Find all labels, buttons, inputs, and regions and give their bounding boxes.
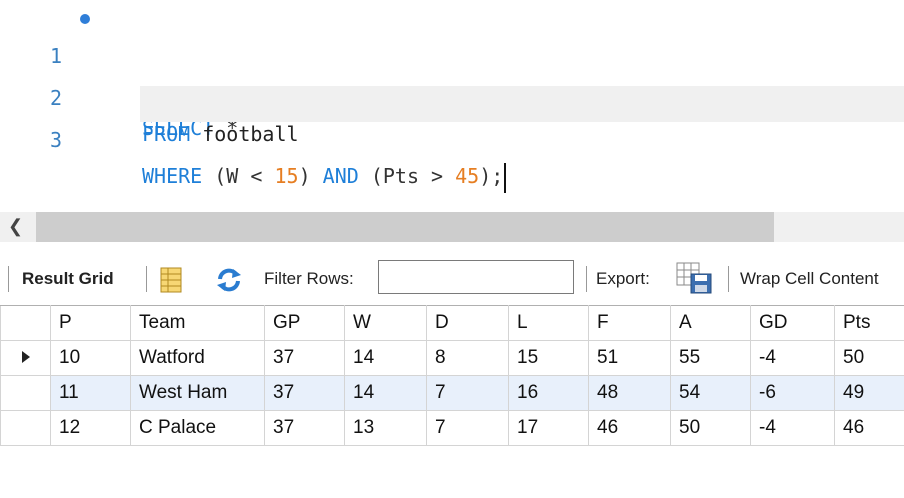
- form-editor-icon[interactable]: [160, 265, 182, 293]
- grid-cell[interactable]: 54: [670, 375, 751, 411]
- grid-cell[interactable]: 50: [834, 340, 904, 376]
- row-header-corner: [0, 305, 51, 341]
- current-row-icon: [21, 351, 30, 363]
- table-row[interactable]: 11 West Ham 37 14 7 16 48 54 -6 49: [0, 375, 904, 411]
- export-label: Export:: [596, 269, 650, 288]
- grid-cell[interactable]: West Ham: [130, 375, 265, 411]
- grid-cell[interactable]: 48: [588, 375, 671, 411]
- column-header[interactable]: GD: [750, 305, 835, 341]
- sql-text: (W <: [202, 164, 275, 188]
- scroll-left-icon[interactable]: ❮: [8, 216, 23, 237]
- sql-keyword: AND: [322, 164, 359, 188]
- grid-cell[interactable]: 55: [670, 340, 751, 376]
- table-row[interactable]: 12 C Palace 37 13 7 17 46 50 -4 46: [0, 410, 904, 446]
- column-header[interactable]: Team: [130, 305, 265, 341]
- sql-number: 45: [455, 164, 480, 188]
- result-grid[interactable]: P Team GP W D L F A GD Pts 10 Watford 37…: [0, 305, 904, 446]
- grid-cell[interactable]: 46: [834, 410, 904, 446]
- editor-line-3: 3 WHERE (W < 15) AND (Pts > 45);: [0, 86, 904, 193]
- grid-cell[interactable]: 37: [264, 410, 345, 446]
- grid-cell[interactable]: 50: [670, 410, 751, 446]
- grid-cell[interactable]: 49: [834, 375, 904, 411]
- grid-cell[interactable]: 11: [50, 375, 131, 411]
- grid-cell[interactable]: 14: [344, 340, 427, 376]
- sql-text: football: [190, 122, 299, 146]
- grid-cell[interactable]: -4: [750, 340, 835, 376]
- sql-text: ): [298, 164, 323, 188]
- filter-rows-input[interactable]: [378, 260, 574, 294]
- grid-cell[interactable]: 8: [426, 340, 509, 376]
- row-selector[interactable]: [0, 375, 51, 411]
- row-selector[interactable]: [0, 340, 51, 376]
- toolbar-separator: [8, 266, 9, 292]
- sql-editor[interactable]: 1 SELECT * 2 FROM football 3 WHERE (W < …: [0, 0, 904, 206]
- column-header[interactable]: A: [670, 305, 751, 341]
- workbench-window: 1 SELECT * 2 FROM football 3 WHERE (W < …: [0, 0, 904, 498]
- column-header[interactable]: W: [344, 305, 427, 341]
- grid-cell[interactable]: 10: [50, 340, 131, 376]
- column-header[interactable]: P: [50, 305, 131, 341]
- toolbar-separator: [728, 266, 729, 292]
- grid-cell[interactable]: Watford: [130, 340, 265, 376]
- grid-cell[interactable]: C Palace: [130, 410, 265, 446]
- grid-cell[interactable]: 46: [588, 410, 671, 446]
- editor-line-2: 2 FROM football: [0, 44, 904, 146]
- grid-cell[interactable]: 17: [508, 410, 589, 446]
- sql-keyword: FROM: [142, 122, 191, 146]
- sql-keyword: WHERE: [142, 164, 203, 188]
- sql-text: (Pts >: [358, 164, 456, 188]
- scrollbar-thumb[interactable]: [36, 212, 774, 242]
- grid-cell[interactable]: 12: [50, 410, 131, 446]
- grid-cell[interactable]: 37: [264, 340, 345, 376]
- filter-rows-label: Filter Rows:: [264, 269, 354, 288]
- grid-cell[interactable]: 7: [426, 375, 509, 411]
- column-header[interactable]: Pts: [834, 305, 904, 341]
- column-header[interactable]: F: [588, 305, 671, 341]
- column-header[interactable]: L: [508, 305, 589, 341]
- row-selector[interactable]: [0, 410, 51, 446]
- export-icon[interactable]: [676, 262, 714, 296]
- toolbar-separator: [146, 266, 147, 292]
- sql-number: 15: [274, 164, 299, 188]
- result-toolbar: Result Grid Filter Rows: Export: Wrap Ce…: [0, 256, 904, 302]
- grid-cell[interactable]: 37: [264, 375, 345, 411]
- refresh-icon[interactable]: [214, 265, 244, 293]
- column-header[interactable]: GP: [264, 305, 345, 341]
- grid-cell[interactable]: 16: [508, 375, 589, 411]
- editor-line-1: 1 SELECT *: [0, 2, 904, 140]
- grid-cell[interactable]: 51: [588, 340, 671, 376]
- grid-header-row: P Team GP W D L F A GD Pts: [0, 305, 904, 341]
- table-row[interactable]: 10 Watford 37 14 8 15 51 55 -4 50: [0, 340, 904, 376]
- grid-cell[interactable]: 7: [426, 410, 509, 446]
- grid-cell[interactable]: -6: [750, 375, 835, 411]
- statement-marker-icon: [80, 14, 90, 24]
- toolbar-separator: [586, 266, 587, 292]
- horizontal-scrollbar[interactable]: ❮: [0, 212, 904, 242]
- grid-cell[interactable]: 15: [508, 340, 589, 376]
- result-grid-tab[interactable]: Result Grid: [22, 256, 114, 302]
- grid-cell[interactable]: 14: [344, 375, 427, 411]
- text-caret: [504, 162, 507, 193]
- sql-text: );: [479, 164, 504, 188]
- grid-cell[interactable]: 13: [344, 410, 427, 446]
- column-header[interactable]: D: [426, 305, 509, 341]
- wrap-cell-content-button[interactable]: Wrap Cell Content: [740, 256, 879, 302]
- grid-cell[interactable]: -4: [750, 410, 835, 446]
- line-number: 3: [50, 128, 63, 152]
